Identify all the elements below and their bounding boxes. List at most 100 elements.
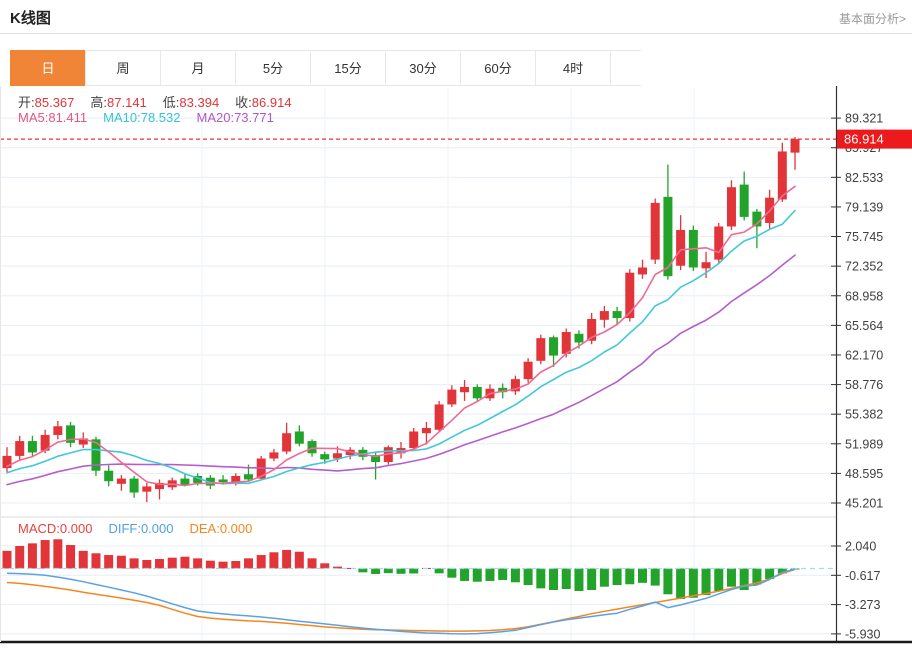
candle-body-down [308, 441, 317, 453]
candle-body-down [180, 479, 189, 485]
ma-row-item-2: MA20:73.771 [196, 110, 273, 125]
candle-body-down [219, 479, 228, 482]
macd-hist-bar-down [511, 569, 520, 583]
candle-body-up [524, 362, 533, 379]
chart-left-border [0, 86, 1, 642]
candle-body-up [117, 479, 126, 484]
macd-hist-bar-up [193, 558, 202, 568]
candle-body-down [574, 334, 583, 343]
macd-hist-bar-down [397, 569, 406, 574]
candle-body-up [676, 230, 685, 266]
macd-hist-bar-up [28, 543, 37, 568]
macd-hist-bar-up [206, 561, 215, 569]
macd-hist-bar-up [269, 552, 278, 568]
price-tick-label: 51.989 [845, 437, 883, 451]
candle-body-up [625, 273, 634, 318]
candle-body-down [740, 185, 749, 217]
macd-hist-bar-down [676, 569, 685, 600]
macd-hist-bar-down [536, 569, 545, 589]
macd-hist-bar-down [498, 569, 507, 580]
macd-hist-bar-down [638, 569, 647, 583]
macd-hist-bar-up [3, 551, 12, 569]
macd-hist-bar-up [180, 557, 189, 569]
ma-info-row: MA5:81.411 MA10:78.532 MA20:73.771 [18, 110, 290, 125]
macd-hist-bar-down [689, 569, 698, 598]
candle-body-up [778, 151, 787, 199]
candle-body-down [104, 471, 113, 481]
macd-hist-bar-up [257, 555, 266, 568]
candle-body-up [53, 426, 62, 435]
macd-hist-bar-up [142, 560, 151, 568]
price-tick-label: 72.352 [845, 260, 883, 274]
macd-hist-bar-down [409, 569, 418, 574]
macd-hist-bar-up [244, 558, 253, 568]
macd-row-item-0: MACD:0.000 [18, 521, 92, 536]
ohlc-row-item-1: 高:87.141 [90, 95, 146, 110]
candle-body-up [536, 338, 545, 361]
price-tick-label: 45.201 [845, 497, 883, 511]
macd-hist-bar-down [587, 569, 596, 591]
macd-hist-bar-down [625, 569, 634, 585]
candle-body-up [422, 428, 431, 433]
candle-body-down [320, 454, 329, 459]
price-tick-label: 58.776 [845, 378, 883, 392]
candle-body-down [130, 479, 139, 493]
macd-hist-bar-down [651, 569, 660, 586]
macd-hist-bar-down [473, 569, 482, 582]
price-tick-label: 79.139 [845, 200, 883, 214]
candle-body-up [600, 311, 609, 320]
macd-tick-label: -3.273 [845, 598, 880, 612]
candle-body-up [15, 441, 24, 456]
macd-row-item-1: DIFF:0.000 [108, 521, 173, 536]
ohlc-row-item-2: 低:83.394 [163, 95, 219, 110]
macd-hist-bar-up [231, 561, 240, 568]
candle-body-up [282, 433, 291, 451]
price-tick-label: 68.958 [845, 289, 883, 303]
candle-body-up [435, 404, 444, 429]
ma-row-item-1: MA10:78.532 [103, 110, 180, 125]
macd-info-row: MACD:0.000 DIFF:0.000 DEA:0.000 [18, 521, 268, 536]
macd-hist-bar-down [485, 569, 494, 581]
macd-hist-bar-down [663, 569, 672, 595]
candle-body-up [269, 452, 278, 458]
macd-hist-bar-down [562, 569, 571, 590]
candle-body-up [142, 486, 151, 491]
price-tick-label: 48.595 [845, 467, 883, 481]
macd-hist-bar-up [117, 556, 126, 569]
macd-hist-bar-up [104, 555, 113, 568]
macd-hist-bar-down [574, 569, 583, 591]
macd-hist-bar-down [549, 569, 558, 591]
candle-body-down [473, 387, 482, 398]
macd-hist-bar-up [41, 540, 50, 568]
macd-hist-bar-up [219, 562, 228, 569]
macd-hist-bar-down [714, 569, 723, 591]
macd-hist-bar-up [130, 558, 139, 568]
macd-hist-bar-up [91, 553, 100, 568]
candle-body-up [447, 390, 456, 405]
macd-row-item-2: DEA:0.000 [189, 521, 252, 536]
macd-hist-bar-down [460, 569, 469, 581]
candle-body-up [791, 139, 800, 152]
last-price-tag-text: 86.914 [844, 132, 884, 147]
kline-page: K线图 基本面分析> 日周月5分15分30分60分4时 89.32185.927… [0, 0, 912, 648]
ma-row-item-0: MA5:81.411 [18, 110, 87, 125]
ohlc-row-item-0: 开:85.367 [18, 95, 74, 110]
macd-hist-bar-down [384, 569, 393, 574]
macd-tick-label: 2.040 [845, 540, 876, 554]
macd-hist-bar-down [524, 569, 533, 586]
candle-body-down [549, 337, 558, 355]
macd-hist-bar-up [155, 559, 164, 568]
price-tick-label: 55.382 [845, 408, 883, 422]
price-tick-label: 89.321 [845, 112, 883, 126]
macd-hist-bar-down [435, 569, 444, 574]
macd-hist-bar-up [15, 546, 24, 568]
candle-body-up [562, 332, 571, 354]
price-tick-label: 82.533 [845, 171, 883, 185]
candle-body-down [28, 441, 37, 452]
macd-hist-bar-down [702, 569, 711, 596]
candle-body-down [244, 474, 253, 479]
candle-body-up [638, 267, 647, 274]
macd-hist-bar-down [600, 569, 609, 587]
candle-body-up [651, 203, 660, 260]
candle-body-up [727, 187, 736, 226]
